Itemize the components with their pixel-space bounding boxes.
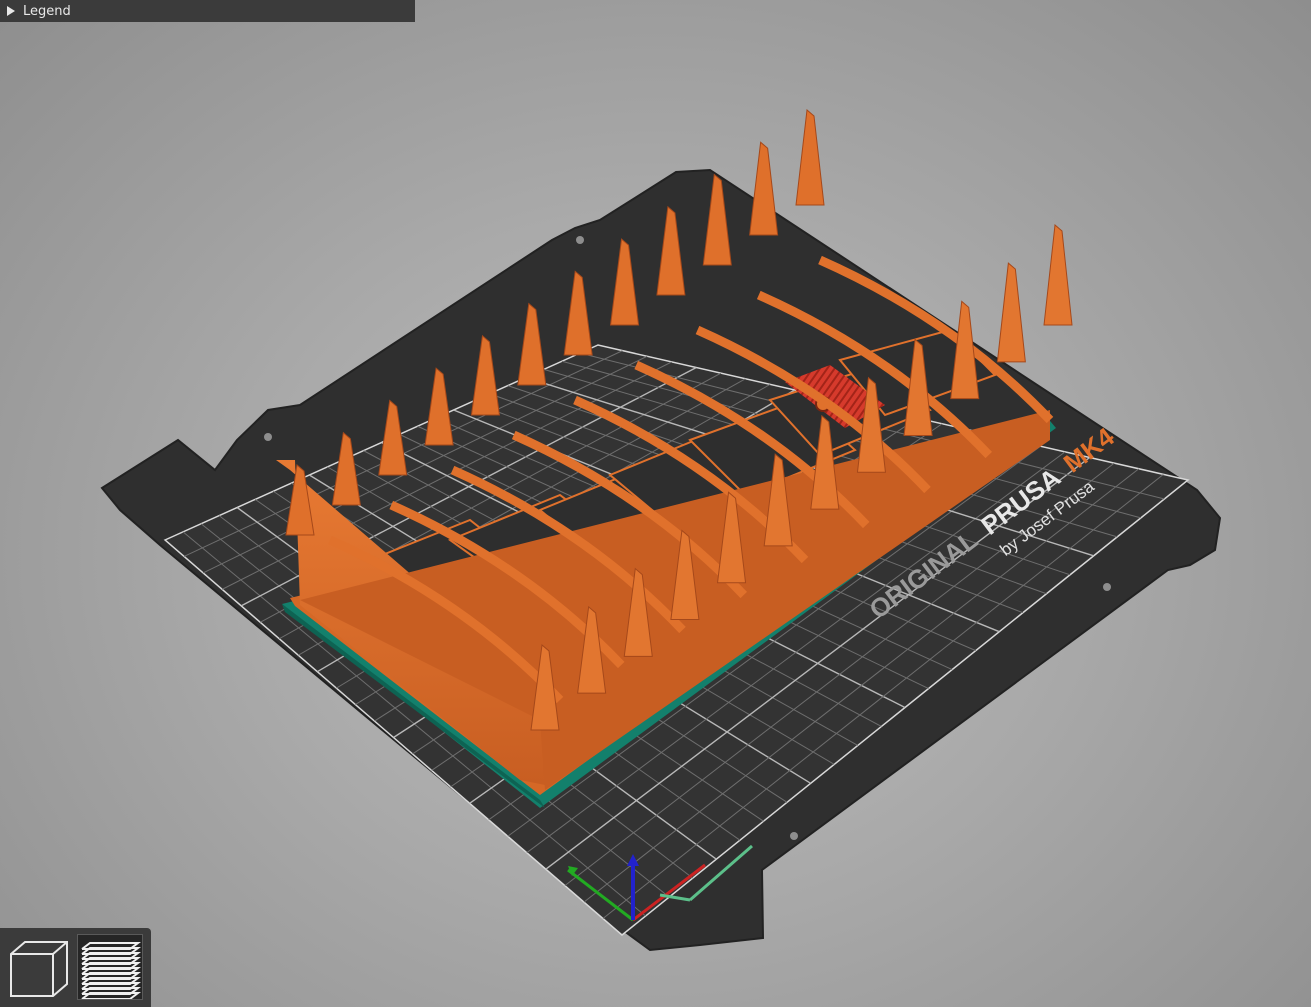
3d-viewport[interactable]: ORIGINAL PRUSA MK4 by Josef Prusa: [0, 0, 1311, 1007]
preview-button[interactable]: [77, 934, 143, 1000]
view-toolbar: [0, 928, 151, 1007]
triangle-right-icon: [7, 6, 15, 16]
legend-toggle[interactable]: Legend: [0, 0, 415, 22]
legend-label: Legend: [23, 3, 71, 19]
layers-icon: [81, 942, 141, 1000]
3d-view-button[interactable]: [5, 934, 71, 1000]
cube-icon: [10, 941, 68, 997]
